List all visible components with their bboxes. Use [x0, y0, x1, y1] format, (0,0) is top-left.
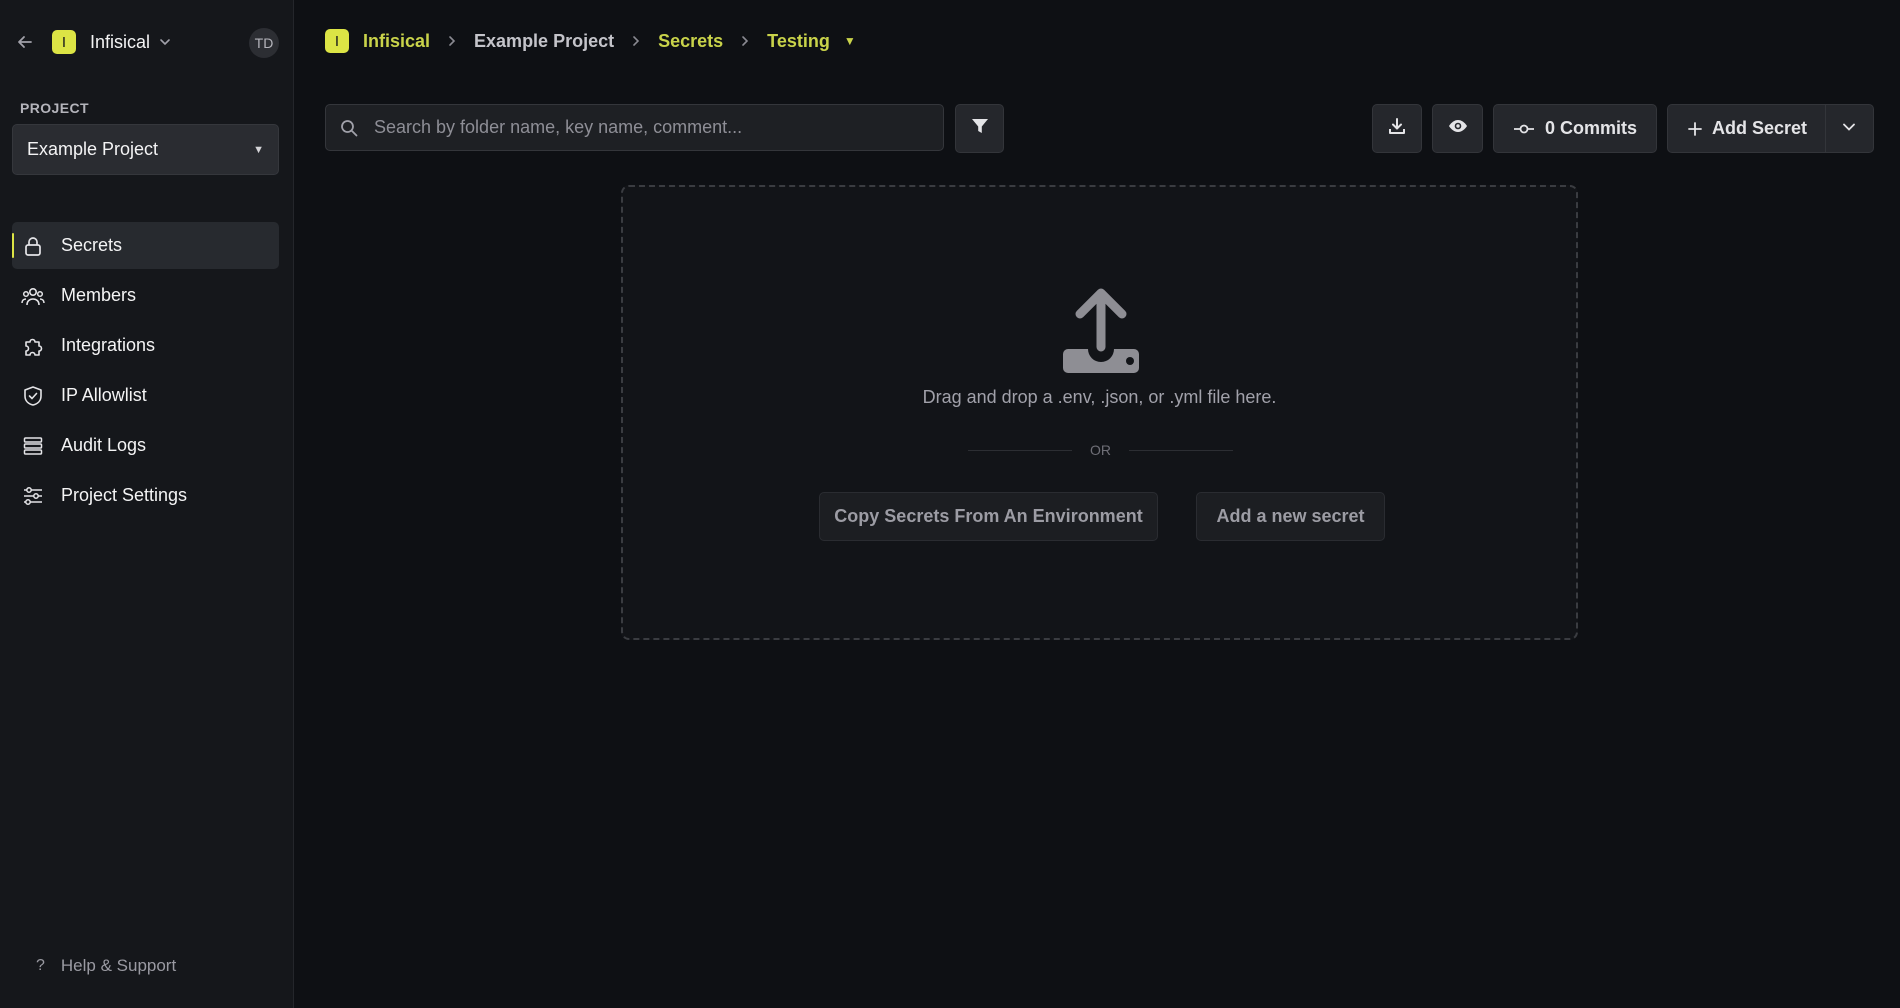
breadcrumb: I Infisical Example Project Secrets Test…	[325, 27, 856, 55]
list-icon	[21, 434, 45, 458]
user-avatar[interactable]: TD	[249, 28, 279, 58]
add-secret-button[interactable]: Add Secret	[1667, 104, 1874, 153]
sidebar-item-label: IP Allowlist	[61, 385, 147, 405]
eye-icon	[1448, 116, 1468, 141]
breadcrumb-project[interactable]: Example Project	[474, 31, 614, 52]
secrets-toolbar: 0 Commits Add Secret	[0, 104, 1900, 153]
sidebar-item-secrets[interactable]: Secrets	[12, 222, 279, 269]
chevron-down-icon[interactable]	[158, 35, 172, 49]
environment-selector[interactable]: Testing	[767, 31, 830, 52]
shield-icon	[21, 384, 45, 408]
divider-line	[968, 449, 1072, 451]
sidebar-item-label: Secrets	[61, 235, 123, 255]
caret-down-icon[interactable]: ▼	[844, 34, 856, 48]
or-divider: OR	[968, 442, 1233, 458]
sliders-icon	[21, 484, 45, 508]
or-label: OR	[1090, 442, 1111, 458]
sidebar-item-label: Audit Logs	[61, 435, 147, 455]
sidebar-item-label: Project Settings	[61, 485, 188, 505]
chevron-right-icon	[630, 35, 642, 47]
add-secret-dropdown-toggle[interactable]	[1825, 105, 1873, 152]
org-switcher-row: I Infisical TD	[14, 26, 279, 58]
commits-button[interactable]: 0 Commits	[1493, 104, 1657, 153]
plus-icon	[1688, 121, 1702, 136]
copy-secrets-button[interactable]: Copy Secrets From An Environment	[819, 492, 1158, 541]
sidebar-item-project-settings[interactable]: Project Settings	[12, 472, 279, 519]
sidebar-item-label: Members	[61, 285, 137, 305]
search-box[interactable]	[325, 104, 944, 151]
sidebar-item-integrations[interactable]: Integrations	[12, 322, 279, 369]
chevron-down-icon	[1842, 118, 1856, 139]
divider-line	[1129, 449, 1233, 451]
breadcrumb-org[interactable]: Infisical	[363, 31, 430, 52]
add-new-secret-button[interactable]: Add a new secret	[1196, 492, 1385, 541]
filter-icon	[971, 117, 989, 140]
question-mark-icon: ?	[36, 957, 45, 974]
chevron-right-icon	[739, 35, 751, 47]
org-name[interactable]: Infisical	[90, 32, 150, 53]
reveal-secrets-button[interactable]	[1432, 104, 1483, 153]
filter-button[interactable]	[955, 104, 1004, 153]
puzzle-icon	[21, 334, 45, 358]
sidebar-item-ip-allowlist[interactable]: IP Allowlist	[12, 372, 279, 419]
add-secret-label: Add Secret	[1712, 118, 1808, 138]
search-input[interactable]	[372, 116, 943, 139]
users-icon	[21, 284, 45, 308]
help-support-label: Help & Support	[60, 956, 177, 975]
sidebar-item-members[interactable]: Members	[12, 272, 279, 319]
sidebar-nav: Secrets Members Integrations IP Allowlis…	[12, 222, 279, 522]
dropzone-instructions: Drag and drop a .env, .json, or .yml fil…	[922, 387, 1277, 407]
commits-label: 0 Commits	[1544, 118, 1638, 138]
sidebar-item-audit-logs[interactable]: Audit Logs	[12, 422, 279, 469]
sidebar-item-label: Integrations	[61, 335, 156, 355]
breadcrumb-section[interactable]: Secrets	[658, 31, 723, 52]
help-support-link[interactable]: ? Help & Support	[36, 956, 176, 976]
org-logo: I	[52, 30, 76, 54]
back-arrow-icon[interactable]	[14, 31, 36, 53]
chevron-right-icon	[446, 35, 458, 47]
download-icon	[1388, 117, 1406, 140]
org-logo: I	[325, 29, 349, 53]
upload-icon	[1056, 287, 1146, 382]
file-dropzone[interactable]: Drag and drop a .env, .json, or .yml fil…	[621, 185, 1578, 640]
lock-icon	[21, 234, 45, 258]
download-button[interactable]	[1372, 104, 1422, 153]
search-icon	[340, 119, 358, 137]
commit-icon	[1513, 122, 1535, 136]
